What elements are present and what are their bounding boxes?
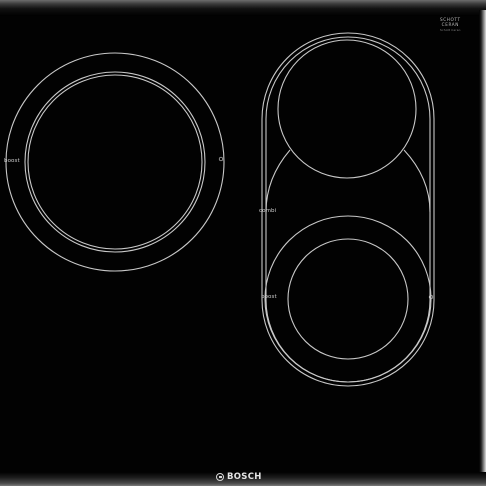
bosch-logo: BOSCH xyxy=(216,471,262,483)
flex-upper-zone-ring xyxy=(277,39,417,179)
combi-label: combi xyxy=(259,208,277,214)
flex-zone-inner-outline xyxy=(265,36,431,383)
cooking-zones xyxy=(5,32,435,387)
left-zone-inner-ring-a xyxy=(24,71,206,253)
right-boost-label: boost xyxy=(261,294,277,300)
left-boost-label: boost xyxy=(4,158,20,164)
left-zone-outer-ring xyxy=(5,52,225,272)
schott-ceran-small-text: Schott Ceran xyxy=(440,28,461,33)
bosch-emblem-icon xyxy=(216,473,224,481)
flex-zone-outer-outline xyxy=(261,32,435,387)
left-zone-icon xyxy=(218,156,224,162)
flex-lower-zone-inner-ring xyxy=(287,238,409,360)
bosch-logo-text: BOSCH xyxy=(227,472,262,482)
flex-connector-right xyxy=(403,149,431,213)
cooktop-frame: boost combi boost SCHOTT CERAN Schott Ce… xyxy=(0,0,486,486)
left-zone-inner-ring-b xyxy=(27,74,203,250)
ceran-text: CERAN xyxy=(441,21,459,27)
flex-connector-left xyxy=(265,149,291,213)
schott-ceran-mark: SCHOTT CERAN Schott Ceran xyxy=(440,17,461,33)
